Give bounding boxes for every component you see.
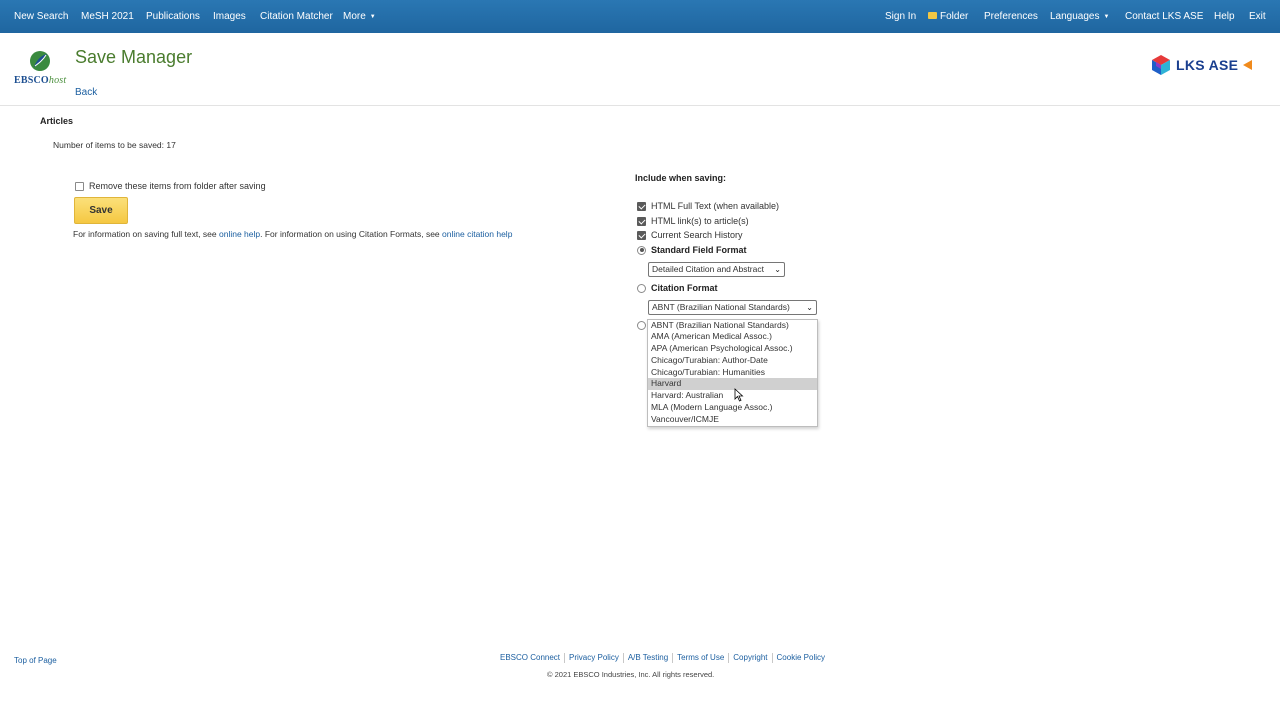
dropdown-option[interactable]: AMA (American Medical Assoc.)	[648, 331, 817, 343]
nav-more[interactable]: More ▼	[343, 0, 376, 33]
lks-cube-icon	[1152, 55, 1170, 75]
dropdown-option[interactable]: Chicago/Turabian: Author-Date	[648, 355, 817, 367]
citation-format-radio[interactable]	[637, 283, 646, 293]
html-full-text-checkbox[interactable]	[637, 201, 646, 211]
arrow-left-icon	[1243, 60, 1253, 70]
mouse-cursor-icon	[734, 388, 744, 402]
header-divider	[0, 105, 1280, 106]
footer-separator	[728, 653, 730, 663]
footer-link-ebsco-connect[interactable]: EBSCO Connect	[500, 653, 560, 663]
dropdown-option[interactable]: MLA (Modern Language Assoc.)	[648, 402, 817, 414]
standard-format-label: Standard Field Format	[651, 245, 747, 255]
nav-new-search[interactable]: New Search	[14, 0, 68, 33]
option-search-history[interactable]: Current Search History	[637, 230, 743, 240]
dropdown-option-highlighted[interactable]: Harvard	[648, 378, 817, 391]
back-link[interactable]: Back	[75, 87, 97, 98]
footer-separator	[672, 653, 674, 663]
top-navigation-bar: New Search MeSH 2021 Publications Images…	[0, 0, 1280, 33]
nav-exit[interactable]: Exit	[1249, 0, 1266, 33]
nav-folder[interactable]: Folder	[928, 0, 968, 33]
html-full-text-label: HTML Full Text (when available)	[651, 201, 780, 211]
logo-brand: EBSCO	[14, 75, 49, 86]
copyright-text: © 2021 EBSCO Industries, Inc. All rights…	[547, 670, 715, 679]
hidden-radio[interactable]	[637, 321, 646, 330]
chevron-down-icon: ⌄	[806, 303, 813, 312]
footer-separator	[771, 653, 773, 663]
search-history-label: Current Search History	[651, 230, 743, 240]
nav-mesh-2021[interactable]: MeSH 2021	[81, 0, 134, 33]
footer-separator	[622, 653, 624, 663]
top-of-page-link[interactable]: Top of Page	[14, 656, 57, 665]
footer-link-ab-testing[interactable]: A/B Testing	[628, 653, 668, 663]
partner-logo-text: LKS ASE	[1176, 57, 1239, 73]
items-count: Number of items to be saved: 17	[53, 140, 176, 150]
footer-links: EBSCO Connect Privacy Policy A/B Testing…	[500, 653, 825, 663]
option-standard-field-format[interactable]: Standard Field Format	[637, 245, 747, 255]
nav-help[interactable]: Help	[1214, 0, 1235, 33]
nav-languages-label: Languages	[1050, 11, 1100, 22]
dropdown-option[interactable]: ABNT (Brazilian National Standards)	[648, 320, 817, 332]
folder-icon	[928, 12, 937, 19]
caret-down-icon: ▼	[369, 14, 376, 20]
info-text-2: . For information on using Citation Form…	[260, 229, 443, 239]
citation-format-label: Citation Format	[651, 283, 718, 293]
nav-images[interactable]: Images	[213, 0, 246, 33]
ebsco-logo-text: EBSCOhost	[14, 75, 66, 86]
remove-items-checkbox[interactable]	[75, 181, 84, 191]
footer-separator	[564, 653, 566, 663]
footer-link-cookie-policy[interactable]: Cookie Policy	[777, 653, 825, 663]
nav-preferences[interactable]: Preferences	[984, 0, 1038, 33]
dropdown-option[interactable]: Vancouver/ICMJE	[648, 414, 817, 426]
nav-publications[interactable]: Publications	[146, 0, 200, 33]
online-citation-help-link[interactable]: online citation help	[442, 229, 512, 239]
include-heading: Include when saving:	[635, 173, 727, 183]
html-links-label: HTML link(s) to article(s)	[651, 216, 749, 226]
footer-link-terms-of-use[interactable]: Terms of Use	[677, 653, 724, 663]
chevron-down-icon: ⌄	[774, 265, 781, 274]
nav-contact[interactable]: Contact LKS ASE	[1125, 0, 1203, 33]
nav-more-label: More	[343, 11, 366, 22]
nav-languages[interactable]: Languages ▼	[1050, 0, 1109, 33]
standard-format-radio[interactable]	[637, 245, 646, 255]
option-html-full-text[interactable]: HTML Full Text (when available)	[637, 201, 779, 211]
footer-link-copyright[interactable]: Copyright	[733, 653, 767, 663]
save-button[interactable]: Save	[74, 197, 128, 224]
section-heading: Articles	[40, 116, 74, 126]
standard-format-value: Detailed Citation and Abstract	[652, 264, 764, 274]
ebsco-logo-icon	[30, 51, 50, 71]
remove-items-option[interactable]: Remove these items from folder after sav…	[75, 181, 266, 191]
citation-format-dropdown[interactable]: ABNT (Brazilian National Standards) AMA …	[647, 319, 818, 427]
html-links-checkbox[interactable]	[637, 216, 646, 226]
info-text-1: For information on saving full text, see	[73, 229, 219, 239]
logo-host: host	[48, 75, 67, 86]
citation-format-select[interactable]: ABNT (Brazilian National Standards) ⌄	[648, 300, 817, 315]
dropdown-option[interactable]: Chicago/Turabian: Humanities	[648, 367, 817, 379]
nav-citation-matcher[interactable]: Citation Matcher	[260, 0, 333, 33]
help-info-text: For information on saving full text, see…	[73, 229, 512, 239]
option-html-links[interactable]: HTML link(s) to article(s)	[637, 216, 749, 226]
standard-format-select[interactable]: Detailed Citation and Abstract ⌄	[648, 262, 785, 277]
nav-sign-in[interactable]: Sign In	[885, 0, 916, 33]
dropdown-option[interactable]: Harvard: Australian	[648, 390, 817, 402]
partner-logo: LKS ASE	[1150, 54, 1253, 76]
remove-items-label: Remove these items from folder after sav…	[89, 181, 266, 191]
option-citation-format[interactable]: Citation Format	[637, 283, 718, 293]
nav-folder-label: Folder	[940, 11, 969, 22]
caret-down-icon: ▼	[1103, 14, 1110, 20]
search-history-checkbox[interactable]	[637, 230, 646, 240]
dropdown-option[interactable]: APA (American Psychological Assoc.)	[648, 343, 817, 355]
online-help-link[interactable]: online help	[219, 229, 260, 239]
footer-link-privacy-policy[interactable]: Privacy Policy	[569, 653, 619, 663]
page-title: Save Manager	[75, 47, 193, 67]
citation-format-value: ABNT (Brazilian National Standards)	[652, 302, 790, 312]
